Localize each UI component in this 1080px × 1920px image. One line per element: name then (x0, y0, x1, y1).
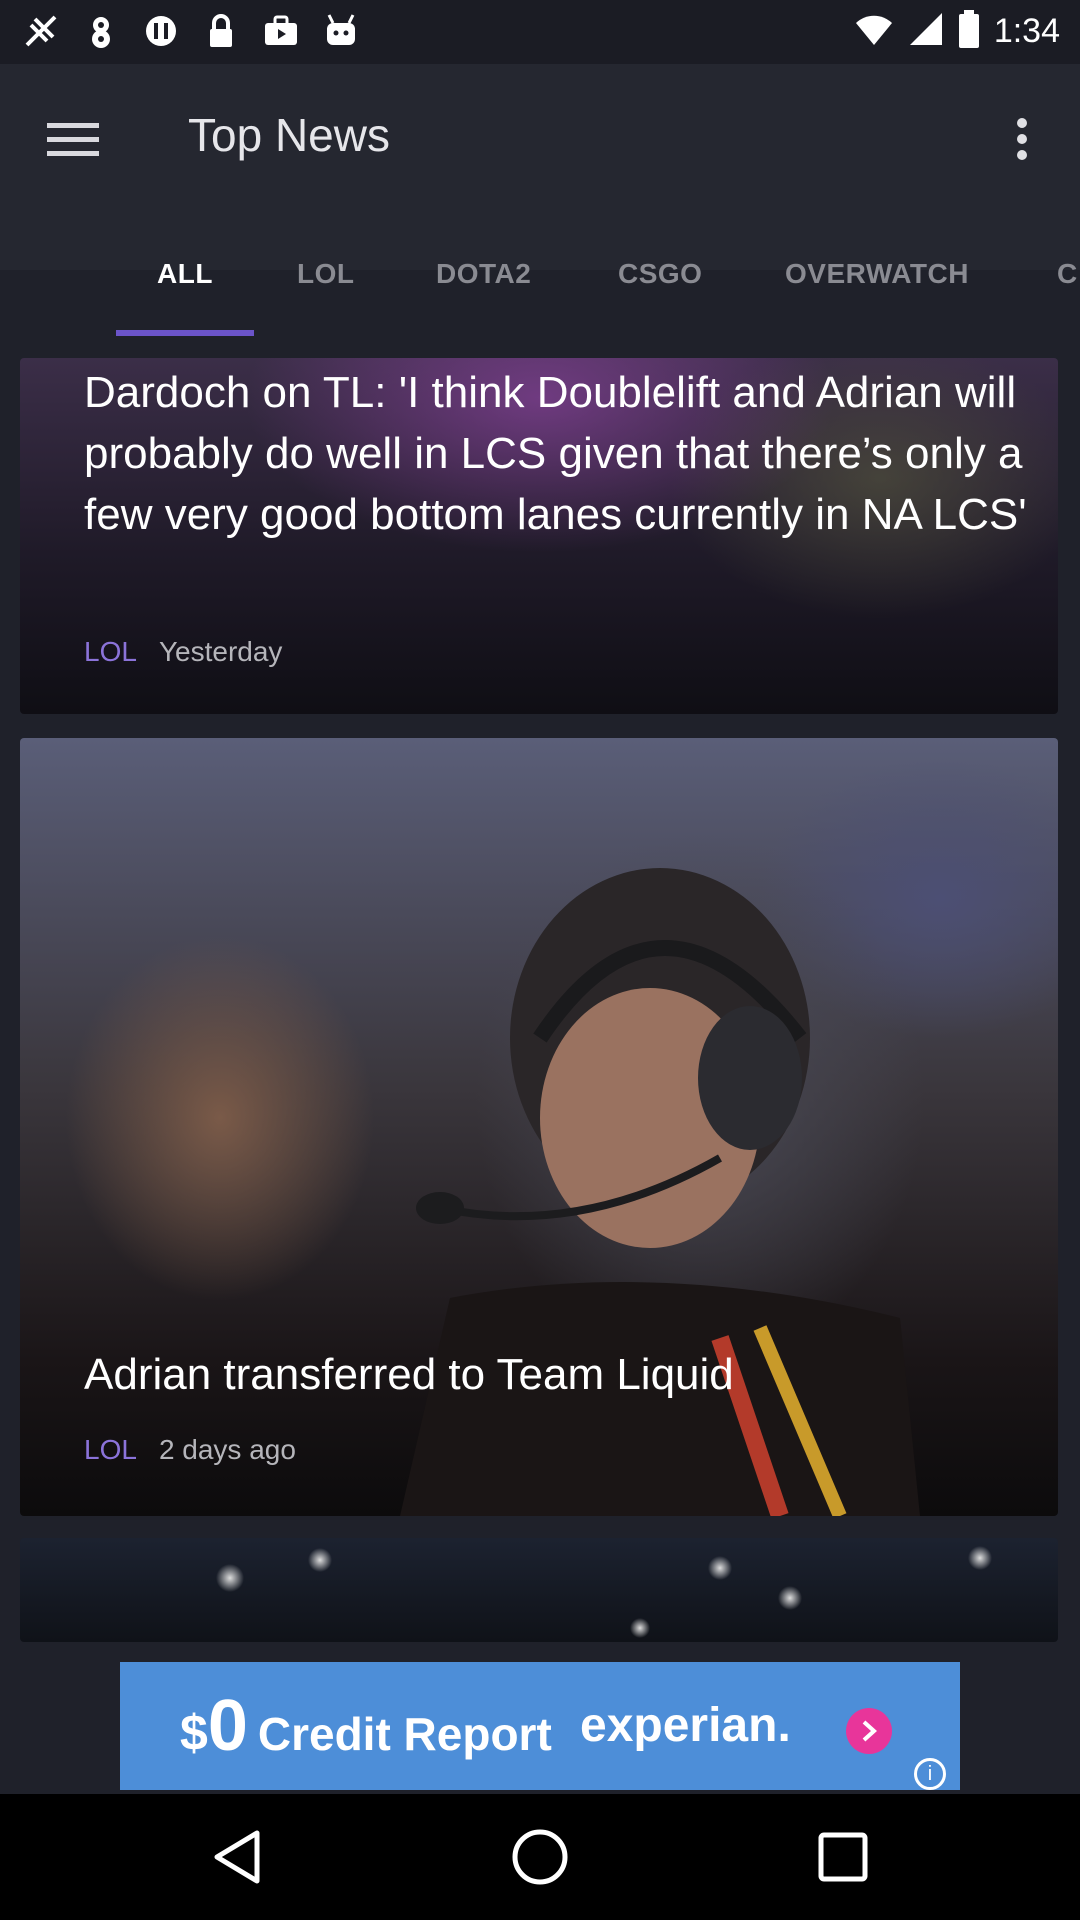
article-category: LOL (84, 636, 137, 667)
android-icon (320, 10, 362, 52)
article-time: Yesterday (158, 636, 283, 667)
clock: 1:34 (993, 12, 1060, 50)
ad-brand: experian. (580, 1699, 791, 1752)
article-image (20, 1538, 1058, 1642)
article-card[interactable]: Dardoch on TL: 'I think Doublelift and A… (20, 358, 1058, 714)
page-title: Top News (188, 109, 390, 161)
back-button[interactable] (202, 1822, 272, 1892)
ad-dollar-sign: $ (180, 1705, 208, 1761)
notification-icon (80, 10, 122, 52)
menu-button[interactable] (40, 106, 106, 172)
tab-lol[interactable]: LOL (297, 258, 355, 290)
ad-amount: 0 (207, 1686, 248, 1766)
navigation-bar (0, 1794, 1080, 1920)
battery-icon (958, 10, 980, 53)
recents-square-icon (818, 1832, 868, 1882)
article-title: Dardoch on TL: 'I think Doublelift and A… (84, 368, 1027, 539)
ad-banner[interactable]: $ 0 Credit Report experian. i (120, 1662, 960, 1790)
article-time: 2 days ago (158, 1434, 296, 1465)
signal-off-icon (20, 10, 62, 52)
back-triangle-icon (214, 1830, 260, 1884)
more-vertical-icon (1017, 118, 1027, 160)
tab-overwatch[interactable]: OVERWATCH (785, 258, 969, 290)
home-circle-icon (512, 1829, 568, 1885)
tab-csgo[interactable]: CSGO (618, 258, 702, 290)
wifi-icon (854, 11, 894, 52)
tab-dota2[interactable]: DOTA2 (436, 258, 531, 290)
hamburger-menu-icon (47, 123, 99, 156)
ad-text: Credit Report (257, 1708, 552, 1760)
briefcase-icon (260, 10, 302, 52)
app-bar (0, 64, 1080, 270)
ad-info-icon[interactable]: i (914, 1758, 946, 1790)
article-category: LOL (84, 1434, 137, 1465)
article-meta: LOL 2 days ago (84, 1434, 296, 1466)
tab-partial[interactable]: C (1057, 258, 1078, 290)
status-bar: 1:34 (0, 0, 1080, 64)
chevron-right-icon[interactable] (846, 1708, 892, 1754)
home-button[interactable] (505, 1822, 575, 1892)
cell-signal-icon (908, 11, 944, 52)
status-right: 1:34 (854, 10, 1060, 53)
ad-headline: $ 0 Credit Report (180, 1690, 552, 1762)
active-tab-indicator (116, 330, 254, 336)
article-card[interactable]: Adrian transferred to Team Liquid LOL 2 … (20, 738, 1058, 1516)
tab-all[interactable]: ALL (157, 258, 213, 290)
more-options-button[interactable] (992, 106, 1052, 172)
recents-button[interactable] (808, 1822, 878, 1892)
info-icon (140, 10, 182, 52)
article-title: Adrian transferred to Team Liquid (84, 1350, 734, 1399)
status-icons (20, 10, 362, 52)
article-meta: LOL Yesterday (84, 636, 282, 668)
article-card[interactable] (20, 1538, 1058, 1642)
lock-icon (200, 10, 242, 52)
